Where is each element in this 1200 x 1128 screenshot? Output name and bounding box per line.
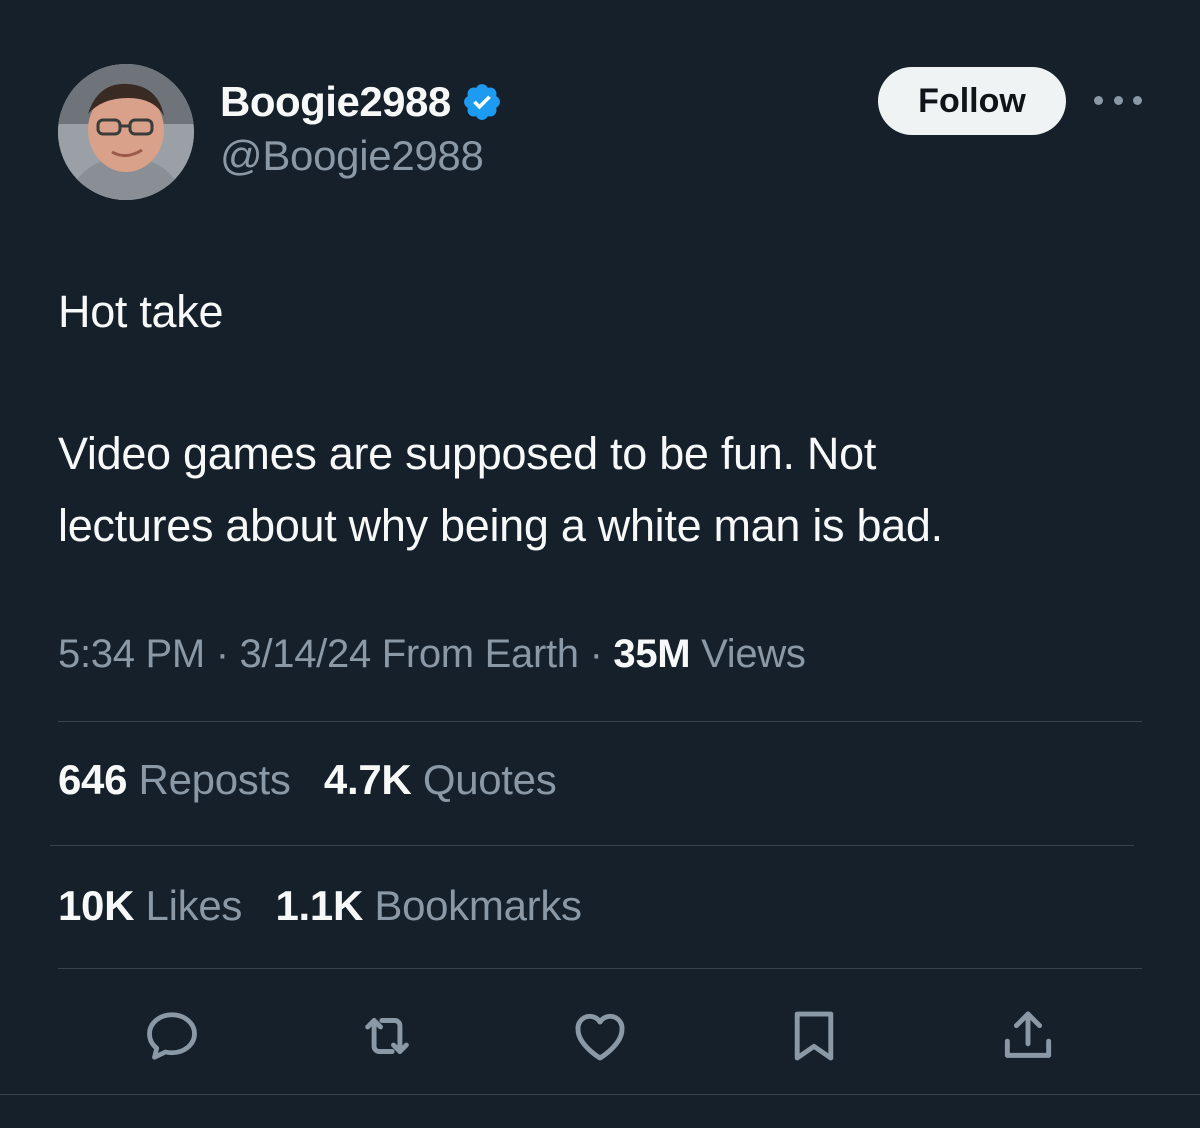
quotes-count: 4.7K — [323, 756, 412, 803]
bookmarks-count: 1.1K — [275, 882, 363, 929]
tweet-meta: 5:34 PM · 3/14/24 From Earth · 35M Views — [58, 632, 806, 677]
likes-count: 10K — [58, 882, 135, 929]
reposts-label: Reposts — [127, 756, 291, 803]
views-label: Views — [690, 632, 806, 676]
dot — [1094, 95, 1103, 105]
divider — [50, 845, 1134, 846]
stats-row-reposts: 646 Reposts 4.7K Quotes — [58, 756, 578, 804]
tweet-line: Hot take — [58, 286, 224, 337]
share-icon[interactable] — [996, 1004, 1060, 1068]
tweet-time[interactable]: 5:34 PM — [58, 632, 205, 676]
reposts-stat[interactable]: 646 Reposts — [58, 756, 291, 804]
dot — [1133, 95, 1142, 105]
bookmark-icon[interactable] — [782, 1004, 846, 1068]
likes-stat[interactable]: 10K Likes — [58, 882, 242, 930]
reposts-count: 646 — [58, 756, 128, 803]
bookmarks-label: Bookmarks — [362, 882, 582, 929]
display-name-row: Boogie2988 — [220, 76, 503, 128]
more-options-icon[interactable] — [1094, 88, 1142, 112]
verified-badge-icon[interactable] — [461, 81, 503, 123]
separator: · — [204, 632, 240, 676]
reply-icon[interactable] — [140, 1004, 204, 1068]
bookmarks-stat[interactable]: 1.1K Bookmarks — [275, 882, 582, 930]
avatar[interactable] — [58, 64, 194, 200]
quotes-stat[interactable]: 4.7K Quotes — [324, 756, 557, 804]
author-handle[interactable]: @Boogie2988 — [220, 132, 503, 180]
tweet-line: Video games are supposed to be fun. Not — [58, 428, 877, 479]
quotes-label: Quotes — [411, 756, 557, 803]
repost-icon[interactable] — [355, 1004, 419, 1068]
divider — [0, 1094, 1200, 1095]
views-count: 35M — [613, 632, 691, 676]
separator: · — [578, 632, 614, 676]
author-names: Boogie2988 @Boogie2988 — [220, 76, 503, 180]
tweet-date[interactable]: 3/14/24 — [240, 632, 372, 676]
action-bar — [0, 1000, 1200, 1072]
display-name[interactable]: Boogie2988 — [220, 78, 451, 126]
follow-button[interactable]: Follow — [878, 67, 1066, 135]
likes-label: Likes — [134, 882, 243, 929]
tweet-text: Hot take Video games are supposed to be … — [58, 276, 1148, 562]
divider — [58, 721, 1142, 722]
stats-row-likes: 10K Likes 1.1K Bookmarks — [58, 882, 604, 930]
tweet-location: From Earth — [370, 632, 579, 676]
like-icon[interactable] — [568, 1004, 632, 1068]
divider — [58, 968, 1142, 969]
tweet-line: lectures about why being a white man is … — [58, 500, 943, 551]
dot — [1113, 95, 1123, 105]
tweet-header: Boogie2988 @Boogie2988 Follow — [58, 64, 1142, 204]
